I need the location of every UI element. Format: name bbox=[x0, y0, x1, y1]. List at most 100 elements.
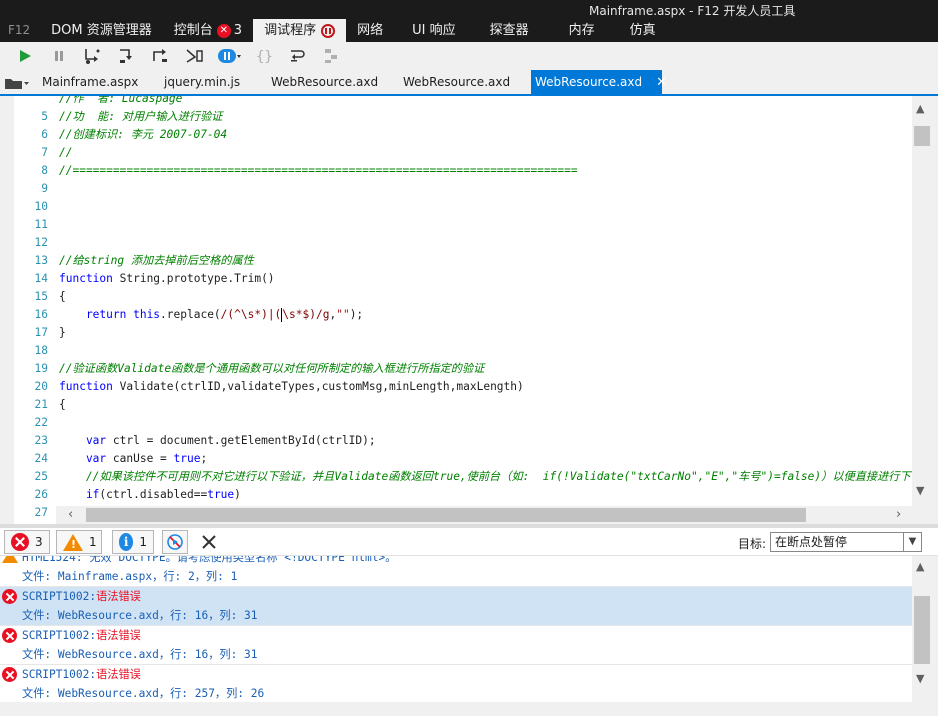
line-number[interactable]: 23 bbox=[14, 432, 48, 450]
line-number[interactable]: 27 bbox=[14, 504, 48, 522]
tab-dom-explorer[interactable]: DOM 资源管理器 bbox=[40, 19, 163, 42]
tab-emulation[interactable]: 仿真 bbox=[619, 19, 667, 42]
step-out-icon[interactable] bbox=[144, 44, 178, 68]
console-message-error[interactable]: SCRIPT1002:语法错误 文件: WebResource.axd，行: 1… bbox=[0, 626, 912, 665]
source-map-icon[interactable] bbox=[314, 44, 348, 68]
tab-debugger[interactable]: 调试程序 bbox=[253, 19, 347, 42]
message-location-link[interactable]: 文件: WebResource.axd，行: 16，列: 31 bbox=[22, 645, 912, 664]
line-number[interactable]: 22 bbox=[14, 414, 48, 432]
line-number[interactable]: 16 bbox=[14, 306, 48, 324]
line-number[interactable]: 21 bbox=[14, 396, 48, 414]
code-line: 21 { bbox=[14, 396, 910, 414]
line-number[interactable]: 10 bbox=[14, 198, 48, 216]
step-over-icon[interactable] bbox=[110, 44, 144, 68]
line-source: //创建标识: 李元 2007-07-04 bbox=[48, 126, 227, 144]
doc-tab-webresource-3[interactable]: WebResource.axd ✕ bbox=[531, 70, 667, 94]
message-location-link[interactable]: 文件: WebResource.axd，行: 257，列: 26 bbox=[22, 684, 912, 702]
scroll-down-icon[interactable]: ▼ bbox=[916, 484, 924, 497]
scroll-down-icon[interactable]: ▼ bbox=[916, 672, 924, 685]
code-editor[interactable]: //作 者: Lucaspage 5 //功 能: 对用户输入进行验证 6 //创建标识… bbox=[0, 96, 938, 524]
line-number[interactable]: 8 bbox=[14, 162, 48, 180]
breakpoint-gutter[interactable] bbox=[0, 96, 14, 524]
clear-console-icon[interactable] bbox=[200, 533, 218, 554]
scroll-left-icon[interactable]: ‹ bbox=[68, 507, 73, 522]
scrollbar-thumb[interactable] bbox=[914, 596, 930, 664]
editor-vertical-scrollbar[interactable]: ▲ ▼ bbox=[912, 96, 938, 524]
line-number[interactable]: 14 bbox=[14, 270, 48, 288]
line-number[interactable]: 19 bbox=[14, 360, 48, 378]
errors-count: 3 bbox=[35, 535, 43, 549]
code-lines: //作 者: Lucaspage 5 //功 能: 对用户输入进行验证 6 //创建标识… bbox=[14, 96, 911, 524]
line-number[interactable]: 12 bbox=[14, 234, 48, 252]
console-message-error[interactable]: SCRIPT1002:语法错误 文件: WebResource.axd，行: 2… bbox=[0, 665, 912, 702]
line-source: if(ctrl.disabled==true) bbox=[48, 486, 241, 504]
close-icon[interactable]: ✕ bbox=[656, 71, 667, 95]
code-token: ; bbox=[200, 452, 208, 465]
line-number[interactable]: 20 bbox=[14, 378, 48, 396]
doc-tab-jquery[interactable]: jquery.min.js bbox=[164, 70, 240, 94]
info-filter-button[interactable]: i 1 bbox=[112, 530, 154, 554]
message-location-link[interactable]: 文件: Mainframe.aspx，行: 2，列: 1 bbox=[22, 567, 912, 586]
console-vertical-scrollbar[interactable]: ▲ ▼ bbox=[912, 556, 938, 702]
break-icon[interactable] bbox=[42, 44, 76, 68]
open-document-icon[interactable] bbox=[4, 74, 32, 92]
code-token: var bbox=[59, 434, 107, 447]
code-line: 26 if(ctrl.disabled==true) bbox=[14, 486, 910, 504]
editor-horizontal-scrollbar[interactable]: ‹ › bbox=[56, 506, 912, 524]
tab-ui-responsiveness[interactable]: UI 响应 bbox=[394, 19, 477, 42]
scroll-up-icon[interactable]: ▲ bbox=[916, 560, 924, 573]
line-number[interactable] bbox=[14, 96, 48, 108]
code-line: 14 function String.prototype.Trim() bbox=[14, 270, 910, 288]
line-number[interactable]: 18 bbox=[14, 342, 48, 360]
scroll-up-icon[interactable]: ▲ bbox=[916, 102, 924, 115]
console-message-warning[interactable]: HTML1524: 无效 DOCTYPE。请考虑使用类型名称 <!DOCTYPE… bbox=[0, 556, 912, 587]
errors-filter-button[interactable]: 3 bbox=[4, 530, 50, 554]
doc-tab-mainframe[interactable]: Mainframe.aspx bbox=[42, 70, 138, 94]
code-token: //如果该控件不可用则不对它进行以下验证，并且Validate函数返回true,… bbox=[59, 470, 911, 483]
pretty-print-icon[interactable]: {} bbox=[246, 44, 280, 68]
tab-profiler[interactable]: 探查器 bbox=[478, 19, 557, 42]
chevron-down-icon: ▼ bbox=[903, 533, 921, 551]
line-number[interactable]: 25 bbox=[14, 468, 48, 486]
code-token: { bbox=[59, 398, 66, 411]
code-line: 25 //如果该控件不可用则不对它进行以下验证，并且Validate函数返回tr… bbox=[14, 468, 911, 486]
tab-label: 网络 bbox=[357, 23, 384, 38]
tab-console[interactable]: 控制台 ✕ 3 bbox=[163, 19, 253, 42]
tab-memory[interactable]: 内存 bbox=[557, 19, 619, 42]
line-source: //功 能: 对用户输入进行验证 bbox=[48, 108, 222, 126]
message-location-link[interactable]: 文件: WebResource.axd，行: 16，列: 31 bbox=[22, 606, 912, 625]
code-token: //给string 添加去掉前后空格的属性 bbox=[59, 254, 254, 267]
line-number[interactable]: 7 bbox=[14, 144, 48, 162]
break-on-new-worker-icon[interactable] bbox=[178, 44, 212, 68]
line-number[interactable]: 11 bbox=[14, 216, 48, 234]
code-token: Validate(ctrlID,validateTypes,customMsg,… bbox=[112, 380, 524, 393]
scroll-right-icon[interactable]: › bbox=[896, 507, 901, 522]
code-line: 6 //创建标识: 李元 2007-07-04 bbox=[14, 126, 910, 144]
doc-tab-webresource-2[interactable]: WebResource.axd bbox=[403, 70, 510, 94]
exceptions-icon[interactable] bbox=[212, 44, 246, 68]
line-number[interactable]: 13 bbox=[14, 252, 48, 270]
scrollbar-thumb[interactable] bbox=[86, 508, 806, 522]
line-number[interactable]: 9 bbox=[14, 180, 48, 198]
code-token: ctrl = document.getElementById(ctrlID); bbox=[106, 434, 376, 447]
console-message-error[interactable]: SCRIPT1002:语法错误 文件: WebResource.axd，行: 1… bbox=[0, 587, 912, 626]
scrollbar-thumb[interactable] bbox=[914, 126, 930, 146]
step-into-icon[interactable] bbox=[76, 44, 110, 68]
code-line: 9 bbox=[14, 180, 910, 198]
line-number[interactable]: 6 bbox=[14, 126, 48, 144]
continue-icon[interactable] bbox=[8, 44, 42, 68]
line-source: //如果该控件不可用则不对它进行以下验证，并且Validate函数返回true,… bbox=[48, 468, 911, 486]
warnings-filter-button[interactable]: ! 1 bbox=[56, 530, 102, 554]
clear-on-navigate-button[interactable] bbox=[162, 530, 188, 554]
tab-network[interactable]: 网络 bbox=[346, 19, 394, 42]
word-wrap-icon[interactable] bbox=[280, 44, 314, 68]
line-number[interactable]: 15 bbox=[14, 288, 48, 306]
code-line: 19 //验证函数Validate函数是个通用函数可以对任何所制定的输入框进行所指… bbox=[14, 360, 910, 378]
line-number[interactable]: 5 bbox=[14, 108, 48, 126]
line-number[interactable]: 26 bbox=[14, 486, 48, 504]
target-select[interactable]: 在断点处暂停 ▼ bbox=[770, 532, 922, 552]
code-token: true bbox=[207, 488, 235, 501]
line-number[interactable]: 24 bbox=[14, 450, 48, 468]
doc-tab-webresource-1[interactable]: WebResource.axd bbox=[271, 70, 378, 94]
line-number[interactable]: 17 bbox=[14, 324, 48, 342]
